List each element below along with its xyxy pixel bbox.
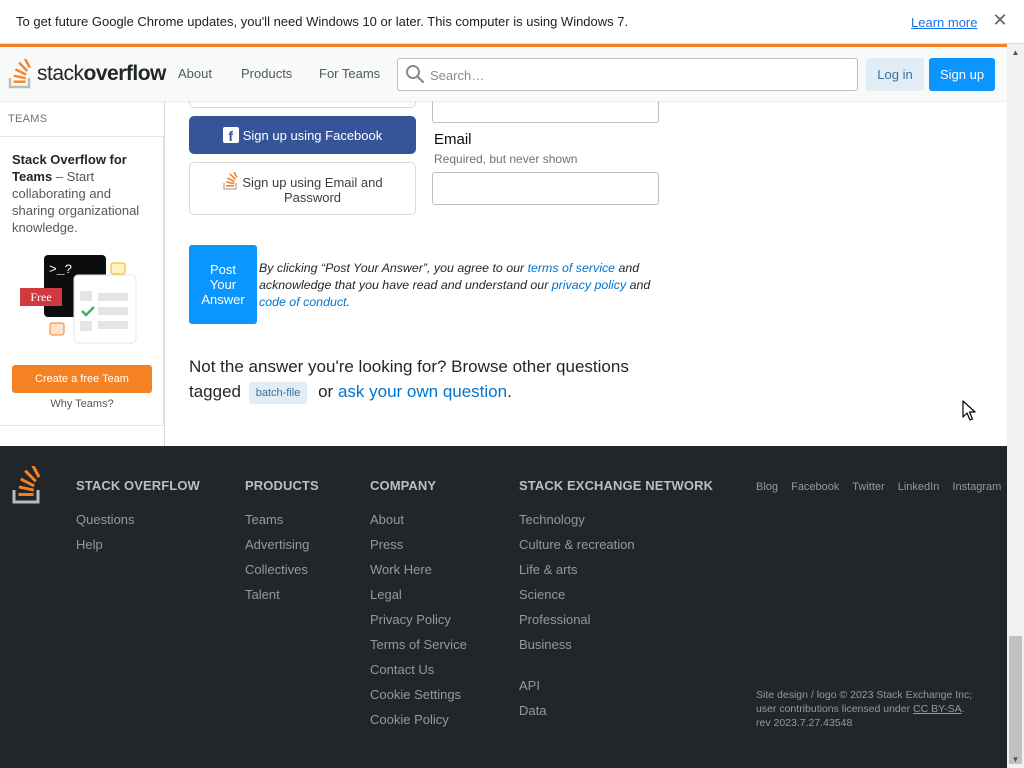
email-help-text: Required, but never shown (434, 152, 578, 166)
footer-col-title[interactable]: STACK OVERFLOW (76, 478, 200, 493)
scroll-down-arrow-icon[interactable]: ▼ (1007, 751, 1024, 768)
teams-description: Stack Overflow for Teams – Start collabo… (12, 152, 140, 235)
facebook-icon: f (222, 127, 239, 143)
why-teams-link[interactable]: Why Teams? (0, 398, 164, 410)
social-facebook[interactable]: Facebook (791, 481, 839, 493)
post-legal-text: By clicking “Post Your Answer”, you agre… (259, 261, 651, 309)
footer-col-products: PRODUCTS Teams Advertising Collectives T… (245, 478, 319, 612)
signup-email-label: Sign up using Email and Password (242, 175, 383, 205)
footer-link-api[interactable]: API (519, 678, 713, 703)
footer-link[interactable]: Professional (519, 612, 713, 637)
nav-about[interactable]: About (178, 66, 212, 81)
search-icon (406, 65, 425, 84)
email-label: Email (434, 131, 472, 148)
search-input[interactable] (430, 65, 840, 85)
email-field[interactable] (432, 172, 659, 205)
footer-link[interactable]: Advertising (245, 537, 319, 562)
footer-link[interactable]: Legal (370, 587, 467, 612)
footer-col-title[interactable]: STACK EXCHANGE NETWORK (519, 478, 713, 493)
footer-link[interactable]: Technology (519, 512, 713, 537)
nav-for-teams[interactable]: For Teams (319, 66, 380, 81)
teams-promo-card: Stack Overflow for Teams – Start collabo… (0, 136, 164, 426)
footer-col-title[interactable]: COMPANY (370, 478, 467, 493)
post-answer-button[interactable]: Post Your Answer (189, 245, 257, 324)
footer-link[interactable]: Business (519, 637, 713, 662)
footer-link[interactable]: Press (370, 537, 467, 562)
footer-link[interactable]: Cookie Policy (370, 712, 467, 737)
license-line: user contributions licensed under CC BY-… (756, 703, 965, 715)
search-box[interactable] (397, 58, 858, 91)
logo-wordmark: stackoverflow (37, 62, 166, 85)
learn-more-link[interactable]: Learn more (911, 15, 977, 30)
name-field[interactable] (432, 101, 659, 123)
nav-products[interactable]: Products (241, 66, 292, 81)
footer-link[interactable]: Cookie Settings (370, 687, 467, 712)
scroll-up-arrow-icon[interactable]: ▲ (1007, 44, 1024, 61)
footer-link[interactable]: Work Here (370, 562, 467, 587)
social-blog[interactable]: Blog (756, 481, 778, 493)
footer-link[interactable]: Culture & recreation (519, 537, 713, 562)
footer-social-links: Blog Facebook Twitter LinkedIn Instagram (756, 481, 1011, 493)
copyright-line: Site design / logo © 2023 Stack Exchange… (756, 689, 973, 701)
signup-facebook-button[interactable]: f Sign up using Facebook (189, 116, 416, 154)
footer-link[interactable]: Collectives (245, 562, 319, 587)
ask-question-link[interactable]: ask your own question (338, 382, 507, 401)
stackoverflow-logo[interactable]: stackoverflow (8, 57, 166, 91)
footer-link[interactable]: Contact Us (370, 662, 467, 687)
footer-link[interactable]: Talent (245, 587, 319, 612)
stackoverflow-footer-logo-icon[interactable] (12, 466, 44, 504)
infobar-message: To get future Google Chrome updates, you… (16, 14, 629, 29)
footer-copyright: Site design / logo © 2023 Stack Exchange… (756, 688, 986, 730)
site-footer: STACK OVERFLOW Questions Help PRODUCTS T… (0, 446, 1007, 768)
footer-link-data[interactable]: Data (519, 703, 713, 728)
signup-facebook-label: Sign up using Facebook (242, 127, 383, 143)
site-header: stackoverflow About Products For Teams L… (0, 44, 1007, 101)
footer-link[interactable]: Help (76, 537, 200, 562)
footer-col-network: STACK EXCHANGE NETWORK Technology Cultur… (519, 478, 713, 728)
footer-col-company: COMPANY About Press Work Here Legal Priv… (370, 478, 467, 737)
footer-link[interactable]: Science (519, 587, 713, 612)
footer-link[interactable]: Terms of Service (370, 637, 467, 662)
footer-col-stackoverflow: STACK OVERFLOW Questions Help (76, 478, 200, 562)
footer-link[interactable]: Teams (245, 512, 319, 537)
footer-link[interactable]: Privacy Policy (370, 612, 467, 637)
signup-email-button[interactable]: Sign up using Email and Password (189, 162, 416, 215)
login-button[interactable]: Log in (866, 58, 924, 91)
left-sidebar-divider (164, 101, 165, 446)
social-instagram[interactable]: Instagram (952, 481, 1001, 493)
post-answer-label: Post Your Answer (201, 262, 245, 307)
tag-batch-file[interactable]: batch-file (248, 382, 308, 404)
license-link[interactable]: CC BY-SA (913, 703, 962, 715)
footer-link[interactable]: About (370, 512, 467, 537)
social-twitter[interactable]: Twitter (852, 481, 884, 493)
terms-of-service-link[interactable]: terms of service (528, 261, 615, 275)
teams-heading: TEAMS (8, 113, 48, 125)
teams-prompt-text: >_? (49, 262, 73, 277)
free-badge: Free (20, 288, 62, 306)
revision-text: rev 2023.7.27.43548 (756, 717, 853, 729)
chrome-update-infobar: To get future Google Chrome updates, you… (0, 0, 1024, 44)
page-scrollbar[interactable]: ▲ ▼ (1007, 44, 1024, 768)
footer-link[interactable]: Questions (76, 512, 200, 537)
footer-col-title[interactable]: PRODUCTS (245, 478, 319, 493)
privacy-policy-link[interactable]: privacy policy (552, 278, 626, 292)
create-free-team-button[interactable]: Create a free Team (12, 365, 152, 393)
mouse-cursor-icon (962, 400, 976, 421)
social-linkedin[interactable]: LinkedIn (898, 481, 940, 493)
code-of-conduct-link[interactable]: code of conduct (259, 295, 347, 309)
close-icon[interactable]: ✕ (990, 10, 1010, 32)
signup-button[interactable]: Sign up (929, 58, 995, 91)
scrollbar-thumb[interactable] (1009, 636, 1022, 764)
stackoverflow-small-icon (223, 172, 238, 190)
not-the-answer-text: Not the answer you're looking for? Brows… (189, 354, 659, 404)
previous-signup-button[interactable] (189, 101, 416, 108)
footer-link[interactable]: Life & arts (519, 562, 713, 587)
stackoverflow-logo-icon (8, 59, 31, 89)
